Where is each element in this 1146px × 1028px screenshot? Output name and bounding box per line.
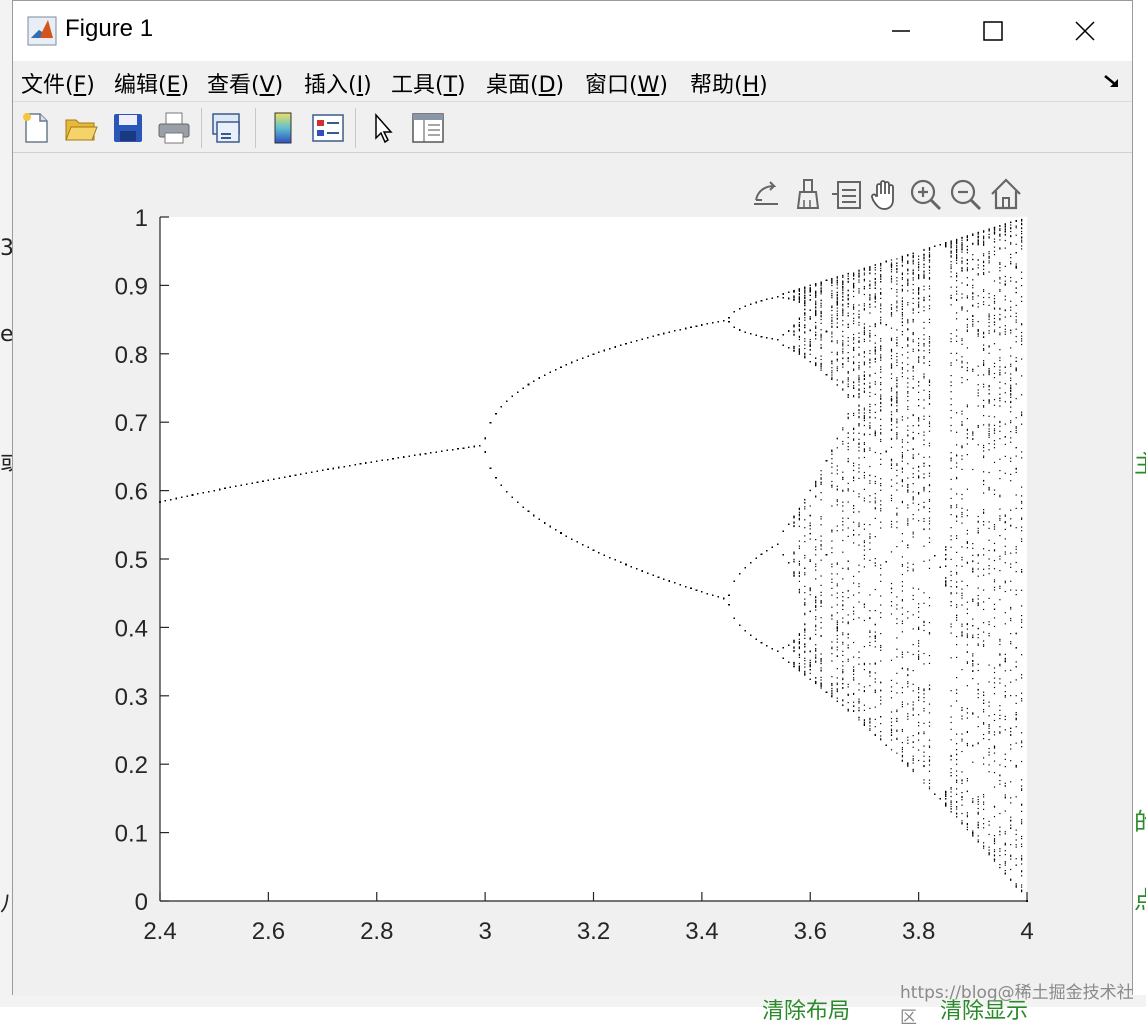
data-point xyxy=(203,492,204,493)
data-point xyxy=(192,494,193,495)
data-point xyxy=(208,491,209,492)
data-point xyxy=(181,497,182,498)
data-point xyxy=(165,500,166,501)
data-point xyxy=(420,454,421,455)
data-point xyxy=(387,459,388,460)
data-point xyxy=(349,465,350,466)
data-point xyxy=(322,470,323,471)
data-point xyxy=(306,473,307,474)
data-point xyxy=(338,467,339,468)
data-point xyxy=(279,478,280,479)
data-point xyxy=(224,488,225,489)
data-point xyxy=(241,485,242,486)
data-point xyxy=(311,472,312,473)
data-point xyxy=(252,483,253,484)
data-point xyxy=(289,476,290,477)
data-point xyxy=(409,456,410,457)
data-point xyxy=(230,487,231,488)
data-point xyxy=(219,489,220,490)
data-point xyxy=(262,481,263,482)
data-point xyxy=(392,458,393,459)
data-point xyxy=(327,469,328,470)
axes-background xyxy=(160,217,1027,901)
data-point xyxy=(257,482,258,483)
data-point xyxy=(371,462,372,463)
data-point xyxy=(187,496,188,497)
data-point xyxy=(355,464,356,465)
data-point xyxy=(176,498,177,499)
data-point xyxy=(300,474,301,475)
data-point xyxy=(344,466,345,467)
data-point xyxy=(246,484,247,485)
data-point xyxy=(170,499,171,500)
data-point xyxy=(197,493,198,494)
data-point xyxy=(360,463,361,464)
data-point xyxy=(376,461,377,462)
data-point xyxy=(235,486,236,487)
data-point xyxy=(284,477,285,478)
data-point xyxy=(273,479,274,480)
data-point xyxy=(214,490,215,491)
data-point xyxy=(268,480,269,481)
data-point xyxy=(317,471,318,472)
data-point xyxy=(382,460,383,461)
data-point xyxy=(403,456,404,457)
bifurcation-plot[interactable]: 2.42.62.833.23.43.63.8400.10.20.30.40.50… xyxy=(0,0,1146,1007)
data-point xyxy=(398,457,399,458)
data-point xyxy=(295,475,296,476)
data-point xyxy=(365,462,366,463)
data-point xyxy=(333,468,334,469)
data-point xyxy=(414,455,415,456)
